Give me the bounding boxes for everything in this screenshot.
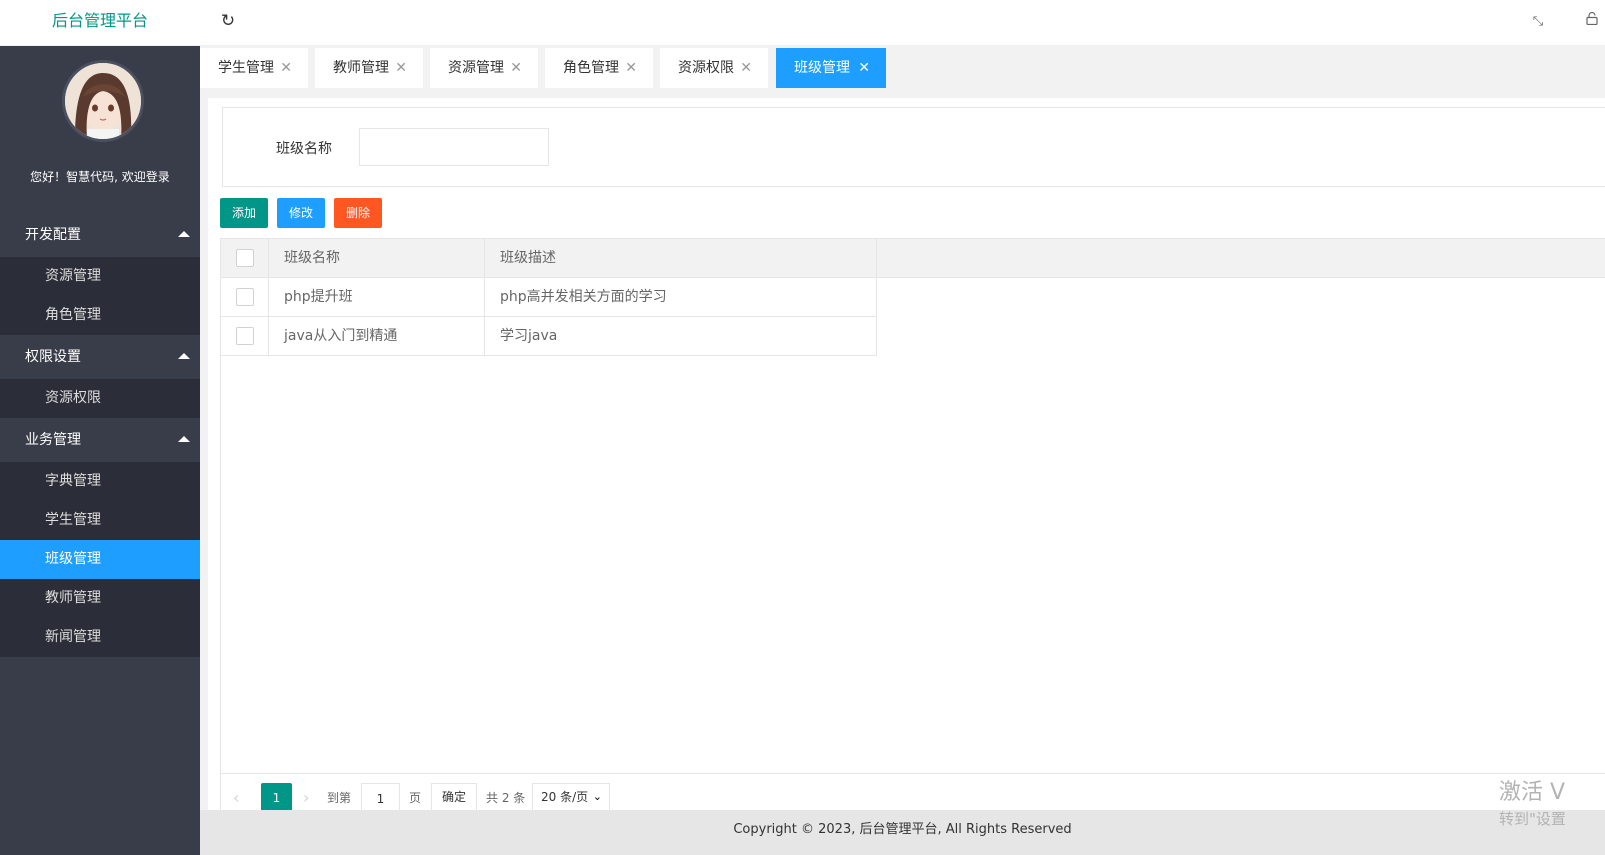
sidebar-group-dev-config[interactable]: 开发配置 xyxy=(0,213,200,257)
close-icon[interactable]: ✕ xyxy=(280,48,292,88)
fullscreen-icon[interactable]: ⤡ xyxy=(1528,12,1548,32)
row-select-cell xyxy=(221,317,269,356)
close-icon[interactable]: ✕ xyxy=(625,48,637,88)
row-select-cell xyxy=(221,278,269,317)
tab-label: 资源管理 xyxy=(448,60,504,76)
tab-classes[interactable]: 班级管理 ✕ xyxy=(776,48,886,88)
sidebar-item-resource-manage[interactable]: 资源管理 xyxy=(0,257,200,296)
tab-label: 资源权限 xyxy=(678,60,734,76)
search-label: 班级名称 xyxy=(276,141,332,157)
select-all-cell xyxy=(221,239,269,278)
tab-roles[interactable]: 角色管理 ✕ xyxy=(545,48,653,88)
sidebar-group-label: 业务管理 xyxy=(25,432,81,448)
current-page[interactable]: 1 xyxy=(261,783,292,813)
sidebar-group-label: 开发配置 xyxy=(25,227,81,243)
page-unit-label: 页 xyxy=(409,791,422,805)
column-header-class-desc[interactable]: 班级描述 xyxy=(485,239,877,278)
sidebar-item-teachers[interactable]: 教师管理 xyxy=(0,579,200,618)
tab-label: 学生管理 xyxy=(218,60,274,76)
prev-page-button[interactable]: ‹ xyxy=(233,783,239,813)
close-icon[interactable]: ✕ xyxy=(510,48,522,88)
goto-label: 到第 xyxy=(327,791,352,805)
edit-button[interactable]: 修改 xyxy=(277,198,326,228)
cell-class-desc: 学习java xyxy=(485,317,877,356)
class-name-input[interactable] xyxy=(359,128,549,166)
sidebar-group-permission[interactable]: 权限设置 xyxy=(0,335,200,379)
table-row[interactable]: php提升班 php高并发相关方面的学习 xyxy=(221,278,877,317)
add-button[interactable]: 添加 xyxy=(220,198,269,228)
activation-watermark: 激活 V xyxy=(1499,780,1566,805)
column-header-class-name[interactable]: 班级名称 xyxy=(269,239,485,278)
page-size-value: 20 条/页 xyxy=(541,790,589,804)
row-checkbox[interactable] xyxy=(236,327,254,345)
sidebar-item-students[interactable]: 学生管理 xyxy=(0,501,200,540)
sidebar-submenu: 资源权限 xyxy=(0,379,200,418)
close-icon[interactable]: ✕ xyxy=(395,48,407,88)
cell-class-desc: php高并发相关方面的学习 xyxy=(485,278,877,317)
copyright-text: Copyright © 2023, 后台管理平台, All Rights Res… xyxy=(733,822,1072,837)
sidebar-submenu: 资源管理 角色管理 xyxy=(0,257,200,335)
row-checkbox[interactable] xyxy=(236,288,254,306)
tab-label: 角色管理 xyxy=(563,60,619,76)
tab-bar: 学生管理 ✕ 教师管理 ✕ 资源管理 ✕ 角色管理 ✕ 资源权限 ✕ 班级管理 … xyxy=(200,46,1605,88)
next-page-button[interactable]: › xyxy=(303,783,309,813)
caret-up-icon xyxy=(178,231,190,237)
caret-up-icon xyxy=(178,353,190,359)
page-size-select[interactable]: 20 条/页 ⌄ xyxy=(532,783,610,811)
tab-label: 教师管理 xyxy=(333,60,389,76)
activation-watermark-sub: 转到"设置 xyxy=(1499,810,1566,828)
total-count: 共 2 条 xyxy=(486,791,526,805)
sidebar-group-label: 权限设置 xyxy=(25,349,81,365)
table-row[interactable]: java从入门到精通 学习java xyxy=(221,317,877,356)
tab-students[interactable]: 学生管理 ✕ xyxy=(200,48,308,88)
sidebar-submenu: 字典管理 学生管理 班级管理 教师管理 新闻管理 xyxy=(0,462,200,657)
lock-icon[interactable] xyxy=(1582,11,1602,32)
table-header: 班级名称 班级描述 xyxy=(221,239,1605,278)
tab-label: 班级管理 xyxy=(794,60,850,76)
footer: Copyright © 2023, 后台管理平台, All Rights Res… xyxy=(200,810,1605,855)
cell-class-name: java从入门到精通 xyxy=(269,317,485,356)
sidebar-item-role-manage[interactable]: 角色管理 xyxy=(0,296,200,335)
caret-up-icon xyxy=(178,436,190,442)
page-number-input[interactable]: 1 xyxy=(361,783,400,811)
select-all-checkbox[interactable] xyxy=(236,249,254,267)
tab-resources[interactable]: 资源管理 ✕ xyxy=(430,48,538,88)
welcome-text: 您好！智慧代码, 欢迎登录 xyxy=(30,170,170,184)
sidebar-item-dictionary[interactable]: 字典管理 xyxy=(0,462,200,501)
main-content: 班级名称 添加 修改 删除 班级名称 班级描述 php提升班 php高并发相关方… xyxy=(208,98,1605,822)
sidebar-item-classes[interactable]: 班级管理 xyxy=(0,540,200,579)
avatar[interactable] xyxy=(62,60,144,142)
tab-teachers[interactable]: 教师管理 ✕ xyxy=(315,48,423,88)
confirm-page-button[interactable]: 确定 xyxy=(431,783,477,811)
sidebar: 您好！智慧代码, 欢迎登录 开发配置 资源管理 角色管理 权限设置 资源权限 业… xyxy=(0,46,200,855)
sidebar-group-business[interactable]: 业务管理 xyxy=(0,418,200,462)
cell-class-name: php提升班 xyxy=(269,278,485,317)
sidebar-item-resource-permission[interactable]: 资源权限 xyxy=(0,379,200,418)
chevron-down-icon: ⌄ xyxy=(592,790,602,803)
close-icon[interactable]: ✕ xyxy=(740,48,752,88)
close-icon[interactable]: ✕ xyxy=(858,48,870,88)
sidebar-nav: 开发配置 资源管理 角色管理 权限设置 资源权限 业务管理 字典管理 学生管理 … xyxy=(0,213,200,657)
app-logo[interactable]: 后台管理平台 xyxy=(0,0,200,46)
data-table: 班级名称 班级描述 php提升班 php高并发相关方面的学习 java从入门到精… xyxy=(220,238,1605,822)
tab-resource-permission[interactable]: 资源权限 ✕ xyxy=(660,48,768,88)
sidebar-item-news[interactable]: 新闻管理 xyxy=(0,618,200,657)
refresh-icon[interactable]: ↻ xyxy=(218,11,238,31)
top-header: 后台管理平台 ↻ ⤡ xyxy=(0,0,1605,46)
delete-button[interactable]: 删除 xyxy=(334,198,383,228)
search-form: 班级名称 xyxy=(222,107,1605,187)
